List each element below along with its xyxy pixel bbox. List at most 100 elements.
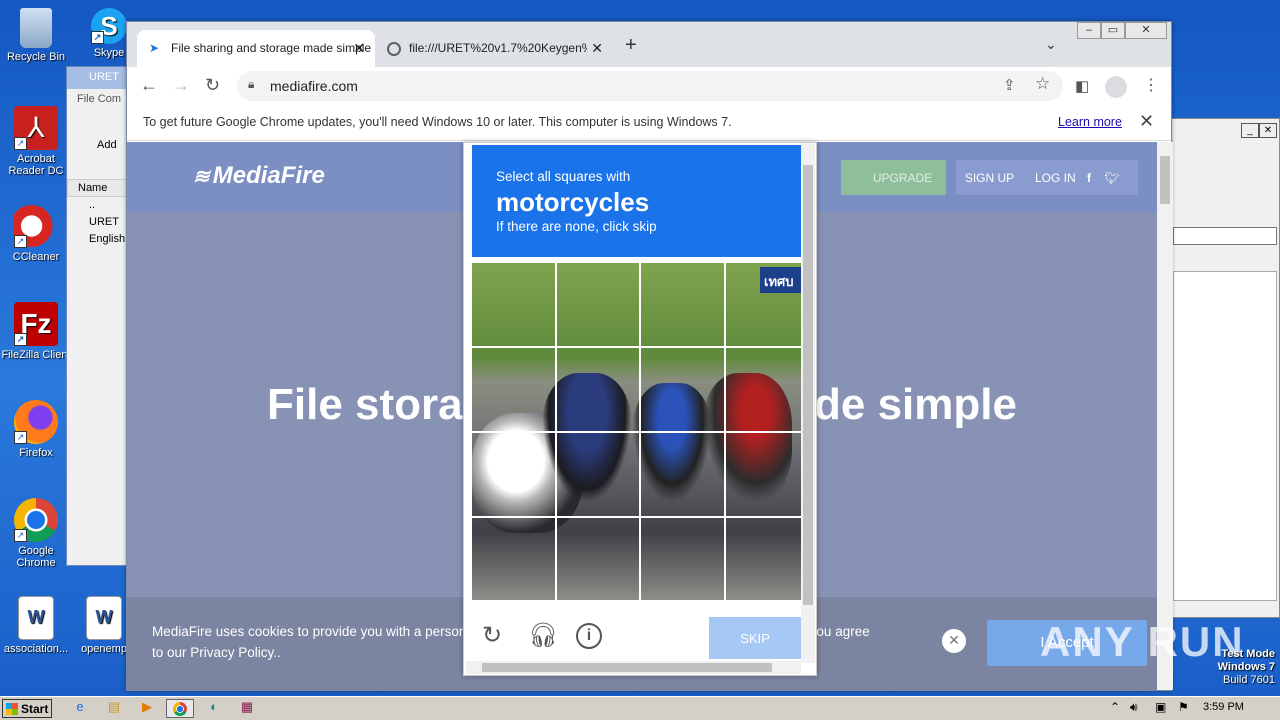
lock-icon: 🔒︎ <box>248 77 255 91</box>
hero-right: ade simple <box>789 380 1017 429</box>
acrobat-icon: ⅄ ↗ <box>14 106 58 150</box>
desktop-icon-filezilla[interactable]: Fz ↗ FileZilla Client <box>0 302 72 361</box>
twitter-icon[interactable]: 🐦︎ <box>1104 171 1119 185</box>
mediafire-logo[interactable]: ≋ MediaFire <box>193 162 325 190</box>
desktop-icon-acrobat[interactable]: ⅄ ↗ Acrobat Reader DC <box>0 106 72 177</box>
address-bar[interactable]: 🔒︎ mediafire.com ⇪ ☆ <box>237 71 1063 101</box>
desktop-icon-label: Google Chrome <box>16 545 56 569</box>
list-item-label: URET <box>89 216 119 228</box>
skip-label: SKIP <box>740 631 770 646</box>
desktop-icon-chrome[interactable]: ↗ Google Chrome <box>0 498 72 569</box>
test-mode-watermark: Test Mode Windows 7 Build 7601 <box>1180 648 1275 687</box>
network-icon[interactable]: ▣ <box>1155 700 1166 714</box>
reload-icon[interactable]: ↻ <box>205 75 220 96</box>
desktop-icon-openemp[interactable]: W openemp <box>74 596 134 655</box>
winrar-titlebar[interactable]: URET <box>67 67 135 89</box>
add-button[interactable]: Add <box>67 109 135 179</box>
close-icon[interactable]: ✕ <box>1139 111 1154 132</box>
close-icon[interactable]: ✕ <box>1259 123 1277 138</box>
tab-search-icon[interactable]: ⌄ <box>1045 36 1057 53</box>
captcha-scrollbar[interactable] <box>801 143 815 663</box>
profile-avatar-icon[interactable] <box>1105 76 1127 98</box>
tray-expand-icon[interactable]: ⌃ <box>1110 700 1120 714</box>
bookmark-star-icon[interactable]: ☆ <box>1035 74 1050 94</box>
login-button[interactable]: LOG IN f 🐦︎ <box>1023 160 1138 195</box>
desktop-icon-ccleaner[interactable]: ↗ CCleaner <box>0 204 72 263</box>
share-icon[interactable]: ⇪ <box>1003 76 1016 94</box>
filezilla-icon: Fz ↗ <box>14 302 58 346</box>
close-icon[interactable]: ✕ <box>1125 22 1167 39</box>
back-icon[interactable]: ← <box>140 75 158 96</box>
login-label: LOG IN <box>1035 171 1076 185</box>
close-tab-icon[interactable]: ✕ <box>591 40 603 57</box>
ccleaner-icon: ↗ <box>14 204 58 248</box>
tab-strip: ➤ File sharing and storage made simple ✕… <box>127 22 1171 67</box>
desktop-icon-recycle-bin[interactable]: Recycle Bin <box>0 8 72 63</box>
start-button[interactable]: Start <box>2 699 52 718</box>
clock[interactable]: 3:59 PM <box>1203 701 1244 713</box>
side-panel-icon[interactable]: ◧ <box>1075 77 1089 95</box>
menu-kebab-icon[interactable]: ⋮ <box>1143 75 1159 95</box>
captcha-horizontal-scrollbar[interactable] <box>466 661 801 674</box>
update-infobar: To get future Google Chrome updates, you… <box>127 105 1171 141</box>
volume-icon[interactable]: 🔊︎ <box>1130 700 1138 715</box>
grid-line <box>472 346 801 348</box>
list-pane[interactable] <box>1173 271 1277 601</box>
winrar-taskbar-icon[interactable]: ▦ <box>233 699 261 718</box>
word-document-icon: W <box>18 596 54 640</box>
privacy-policy-link[interactable]: to our Privacy Policy.. <box>152 645 281 660</box>
page-scrollbar[interactable] <box>1157 142 1173 690</box>
minimize-icon[interactable]: _ <box>1241 123 1259 138</box>
tab-mediafire[interactable]: ➤ File sharing and storage made simple ✕ <box>137 30 375 67</box>
chrome-taskbar-icon[interactable] <box>166 699 194 718</box>
signup-label: SIGN UP <box>964 171 1015 185</box>
logo-text: MediaFire <box>212 162 325 189</box>
hero-left: File storag <box>267 380 490 429</box>
explorer-icon[interactable]: ▤ <box>100 699 128 718</box>
column-header-name[interactable]: Name <box>67 179 135 197</box>
dropdown[interactable] <box>1173 227 1277 245</box>
flag-icon[interactable]: ⚑ <box>1178 700 1189 714</box>
info-icon[interactable]: i <box>576 623 602 649</box>
desktop-icon-label: CCleaner <box>12 251 60 263</box>
motorcycle <box>702 373 792 503</box>
test-mode-text: Test Mode <box>1221 648 1275 660</box>
list-item[interactable]: .. <box>67 197 135 214</box>
list-item[interactable]: URET <box>67 214 135 231</box>
menu-commands[interactable]: Com <box>98 93 121 105</box>
tab-file[interactable]: file:///URET%20v1.7%20Keygen% ✕ <box>375 30 613 67</box>
reload-icon[interactable]: ↻ <box>482 621 502 650</box>
signup-button[interactable]: SIGN UP <box>956 160 1023 195</box>
learn-more-link[interactable]: Learn more <box>1058 115 1122 129</box>
mediafire-favicon-icon: ➤ <box>149 41 160 55</box>
media-player-icon[interactable]: ▶ <box>133 699 161 718</box>
background-window[interactable]: _ ✕ <box>1170 118 1280 618</box>
infobar-text: To get future Google Chrome updates, you… <box>143 115 732 129</box>
captcha-instruction: Select all squares with <box>496 169 631 184</box>
headphones-icon[interactable]: 🎧︎ <box>528 621 558 650</box>
ie-icon[interactable]: e <box>66 699 94 718</box>
minimize-icon[interactable]: – <box>1077 22 1101 39</box>
facebook-icon[interactable]: f <box>1087 171 1091 185</box>
new-tab-icon[interactable]: + <box>625 34 637 57</box>
close-tab-icon[interactable]: ✕ <box>353 40 365 57</box>
forward-icon[interactable]: → <box>172 75 190 96</box>
maximize-icon[interactable]: ▭ <box>1101 22 1125 39</box>
menu-file[interactable]: File <box>77 93 95 105</box>
desktop-icon-firefox[interactable]: ↗ Firefox <box>0 400 72 459</box>
skip-button[interactable]: SKIP <box>709 617 801 659</box>
upgrade-button[interactable]: UPGRADE <box>841 160 946 195</box>
edge-icon[interactable]: ◐ <box>200 699 228 718</box>
winrar-menu[interactable]: File Com <box>67 89 135 109</box>
scroll-thumb[interactable] <box>1160 156 1170 204</box>
recycle-bin-icon <box>20 8 52 48</box>
scroll-thumb[interactable] <box>803 165 813 605</box>
cookie-close-icon[interactable]: ✕ <box>942 629 966 653</box>
cookie-text-line1: MediaFire uses cookies to provide you wi… <box>152 624 467 639</box>
scroll-thumb[interactable] <box>482 663 772 672</box>
list-item[interactable]: English <box>67 231 135 248</box>
desktop-icon-label: Firefox <box>19 447 53 459</box>
desktop-icon-label: association... <box>3 643 69 655</box>
desktop-icon-label: Skype <box>93 47 125 59</box>
desktop-icon-association[interactable]: W association... <box>0 596 72 655</box>
